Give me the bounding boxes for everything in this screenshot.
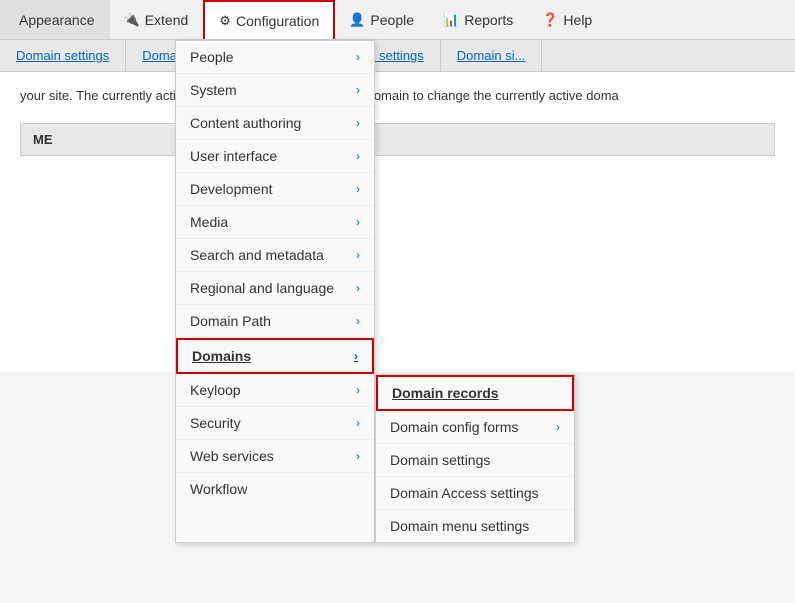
chevron-icon-domains: ›	[354, 349, 358, 363]
dropdown-item-security[interactable]: Security ›	[176, 407, 374, 440]
chevron-icon: ›	[356, 314, 360, 328]
domains-submenu: Domain records Domain config forms › Dom…	[375, 374, 575, 543]
tab-label-domain-settings: Domain settings	[16, 48, 109, 63]
nav-label-appearance: Appearance	[19, 12, 95, 28]
nav-label-extend: Extend	[145, 12, 189, 28]
chevron-icon: ›	[356, 383, 360, 397]
dropdown-label-keyloop: Keyloop	[190, 382, 241, 398]
dropdown-item-search-metadata[interactable]: Search and metadata ›	[176, 239, 374, 272]
nav-item-configuration[interactable]: ⚙ Configuration	[203, 0, 335, 39]
tab-domain-settings[interactable]: Domain settings	[0, 40, 126, 71]
chevron-icon: ›	[356, 50, 360, 64]
dropdown-label-development: Development	[190, 181, 273, 197]
dropdown-label-media: Media	[190, 214, 228, 230]
nav-item-extend[interactable]: 🔌 Extend	[110, 0, 204, 39]
submenu-label-domain-access-settings: Domain Access settings	[390, 485, 539, 501]
dropdown-label-workflow: Workflow	[190, 481, 247, 497]
dropdown-label-regional-language: Regional and language	[190, 280, 334, 296]
nav-label-help: Help	[563, 12, 592, 28]
submenu-item-domain-records[interactable]: Domain records	[376, 375, 574, 411]
nav-label-people: People	[370, 12, 414, 28]
chevron-icon: ›	[356, 182, 360, 196]
extend-icon: 🔌	[124, 12, 140, 28]
nav-item-appearance[interactable]: Appearance	[0, 0, 110, 39]
chevron-icon: ›	[356, 248, 360, 262]
dropdown-label-content-authoring: Content authoring	[190, 115, 301, 131]
nav-label-configuration: Configuration	[236, 13, 319, 29]
dropdown-item-development[interactable]: Development ›	[176, 173, 374, 206]
dropdown-label-web-services: Web services	[190, 448, 274, 464]
dropdown-item-keyloop[interactable]: Keyloop ›	[176, 374, 374, 407]
dropdown-label-domain-path: Domain Path	[190, 313, 271, 329]
nav-item-people[interactable]: 👤 People	[335, 0, 429, 39]
dropdown-item-content-authoring[interactable]: Content authoring ›	[176, 107, 374, 140]
nav-label-reports: Reports	[464, 12, 513, 28]
dropdown-item-media[interactable]: Media ›	[176, 206, 374, 239]
dropdown-label-security: Security	[190, 415, 241, 431]
submenu-item-domain-menu-settings[interactable]: Domain menu settings	[376, 510, 574, 542]
submenu-item-domain-config-forms[interactable]: Domain config forms ›	[376, 411, 574, 444]
dropdown-item-domain-path[interactable]: Domain Path ›	[176, 305, 374, 338]
chevron-icon: ›	[356, 215, 360, 229]
submenu-label-domain-settings: Domain settings	[390, 452, 490, 468]
chevron-icon: ›	[356, 416, 360, 430]
submenu-item-domain-access-settings[interactable]: Domain Access settings	[376, 477, 574, 510]
help-icon: ❓	[542, 12, 558, 28]
dropdown-item-system[interactable]: System ›	[176, 74, 374, 107]
configuration-dropdown: People › System › Content authoring › Us…	[175, 40, 575, 543]
top-nav: Appearance 🔌 Extend ⚙ Configuration 👤 Pe…	[0, 0, 795, 40]
dropdown-label-people: People	[190, 49, 234, 65]
dropdown-label-search-metadata: Search and metadata	[190, 247, 324, 263]
people-nav-icon: 👤	[349, 12, 365, 28]
dropdown-item-regional-language[interactable]: Regional and language ›	[176, 272, 374, 305]
dropdown-menu: People › System › Content authoring › Us…	[175, 40, 375, 543]
dropdown-item-user-interface[interactable]: User interface ›	[176, 140, 374, 173]
configuration-icon: ⚙	[219, 13, 231, 29]
dropdown-label-domains: Domains	[192, 348, 251, 364]
chevron-icon: ›	[356, 149, 360, 163]
dropdown-item-workflow[interactable]: Workflow	[176, 473, 374, 505]
submenu-item-domain-settings[interactable]: Domain settings	[376, 444, 574, 477]
nav-item-reports[interactable]: 📊 Reports	[429, 0, 528, 39]
submenu-label-domain-config-forms: Domain config forms	[390, 419, 518, 435]
dropdown-label-user-interface: User interface	[190, 148, 277, 164]
chevron-icon: ›	[356, 116, 360, 130]
submenu-label-domain-menu-settings: Domain menu settings	[390, 518, 529, 534]
reports-icon: 📊	[443, 12, 459, 28]
submenu-label-domain-records: Domain records	[392, 385, 499, 401]
dropdown-item-domains[interactable]: Domains ›	[176, 338, 374, 374]
chevron-icon: ›	[356, 83, 360, 97]
chevron-icon: ›	[356, 281, 360, 295]
dropdown-label-system: System	[190, 82, 237, 98]
chevron-icon: ›	[356, 449, 360, 463]
dropdown-item-people[interactable]: People ›	[176, 41, 374, 74]
dropdown-item-web-services[interactable]: Web services ›	[176, 440, 374, 473]
nav-item-help[interactable]: ❓ Help	[528, 0, 607, 39]
chevron-icon: ›	[556, 420, 560, 434]
